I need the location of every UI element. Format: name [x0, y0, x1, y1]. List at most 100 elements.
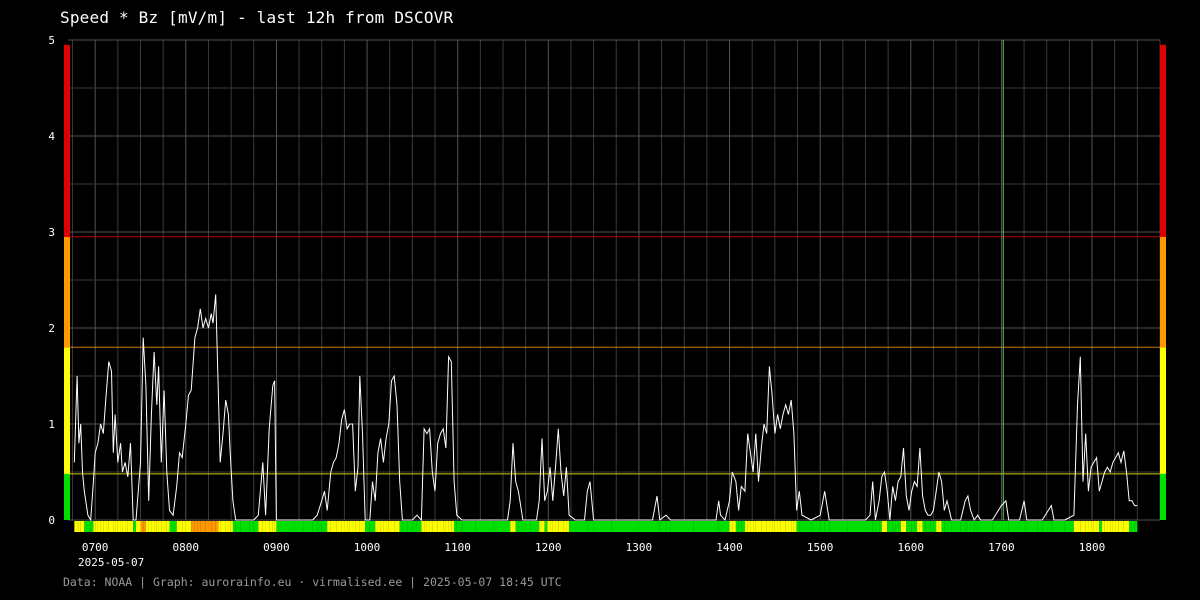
status-segment [294, 521, 304, 532]
status-segment [575, 521, 585, 532]
date-label: 2025-05-07 [78, 556, 144, 569]
status-segment [377, 521, 381, 532]
status-segment [783, 521, 786, 532]
status-segment [93, 521, 96, 532]
status-segment [738, 521, 742, 532]
status-segment [166, 521, 170, 532]
status-segment [750, 521, 754, 532]
status-segment [892, 521, 896, 532]
status-segment [1037, 521, 1043, 532]
status-segment [169, 521, 174, 532]
level-band-left [64, 473, 70, 520]
status-segment [917, 521, 920, 532]
status-segment [693, 521, 716, 532]
status-segment [117, 521, 121, 532]
y-axis: 0 1 2 3 4 5 [48, 34, 55, 527]
status-segment [510, 521, 513, 532]
status-segment [960, 521, 966, 532]
status-segment [456, 521, 463, 532]
status-segment [539, 521, 542, 532]
status-segment [522, 521, 531, 532]
status-segment [829, 521, 848, 532]
status-segment [865, 521, 871, 532]
status-segment [156, 521, 159, 532]
status-segment [715, 521, 719, 532]
status-segment [127, 521, 131, 532]
status-segment [312, 521, 318, 532]
status-segment [811, 521, 821, 532]
status-segment [435, 521, 438, 532]
status-segment [230, 521, 233, 532]
status-segment [780, 521, 784, 532]
level-band-right [1160, 473, 1166, 520]
status-segment [659, 521, 667, 532]
status-segment [426, 521, 430, 532]
status-segment [735, 521, 739, 532]
status-segment [421, 521, 425, 532]
status-segment [173, 521, 177, 532]
status-segment [120, 521, 123, 532]
status-segment [205, 521, 209, 532]
status-segment [766, 521, 770, 532]
status-segment [228, 521, 231, 532]
status-segment [440, 521, 444, 532]
status-segment [179, 521, 183, 532]
x-tick-label: 1100 [444, 541, 471, 554]
status-segment [1085, 521, 1089, 532]
status-segment [225, 521, 229, 532]
status-segment [151, 521, 155, 532]
status-segment [980, 521, 993, 532]
status-segment [941, 521, 945, 532]
status-segment [355, 521, 358, 532]
status-segment [611, 521, 639, 532]
status-segment [1024, 521, 1027, 532]
status-segment [793, 521, 797, 532]
status-segment [552, 521, 556, 532]
status-segment [145, 521, 149, 532]
status-segment [884, 521, 888, 532]
status-segment [947, 521, 952, 532]
status-segment [407, 521, 413, 532]
status-segment [569, 521, 576, 532]
status-segment [108, 521, 112, 532]
status-segment [317, 521, 322, 532]
status-segment [100, 521, 104, 532]
status-segment [1134, 521, 1138, 532]
status-segment [330, 521, 334, 532]
status-segment [402, 521, 408, 532]
status-segment [188, 521, 192, 532]
status-segment [475, 521, 494, 532]
status-segment [1121, 521, 1124, 532]
status-segment [753, 521, 756, 532]
status-segment [566, 521, 570, 532]
status-segment [1053, 521, 1065, 532]
status-segment [847, 521, 866, 532]
status-segment [898, 521, 901, 532]
status-segment [558, 521, 561, 532]
status-segment [182, 521, 186, 532]
status-segment [930, 521, 934, 532]
x-tick-label: 1000 [354, 541, 381, 554]
status-segment [772, 521, 775, 532]
status-segment [992, 521, 1002, 532]
status-segment [158, 521, 162, 532]
status-segment [451, 521, 455, 532]
status-segment [321, 521, 325, 532]
status-segment [922, 521, 926, 532]
status-segment [502, 521, 508, 532]
status-segment [1093, 521, 1097, 532]
status-segment [341, 521, 345, 532]
status-segment [1001, 521, 1006, 532]
status-segment [657, 521, 660, 532]
status-segment [1077, 521, 1081, 532]
x-axis: 0700 0800 0900 1000 1100 1200 1300 1400 1500 1600… [82, 541, 1105, 554]
level-band-right [1160, 44, 1166, 237]
status-segment [944, 521, 948, 532]
status-segment [518, 521, 523, 532]
status-segment [587, 521, 590, 532]
status-segment [262, 521, 266, 532]
status-bar [74, 521, 1138, 532]
status-segment [1042, 521, 1052, 532]
status-segment [424, 521, 427, 532]
status-segment [769, 521, 773, 532]
